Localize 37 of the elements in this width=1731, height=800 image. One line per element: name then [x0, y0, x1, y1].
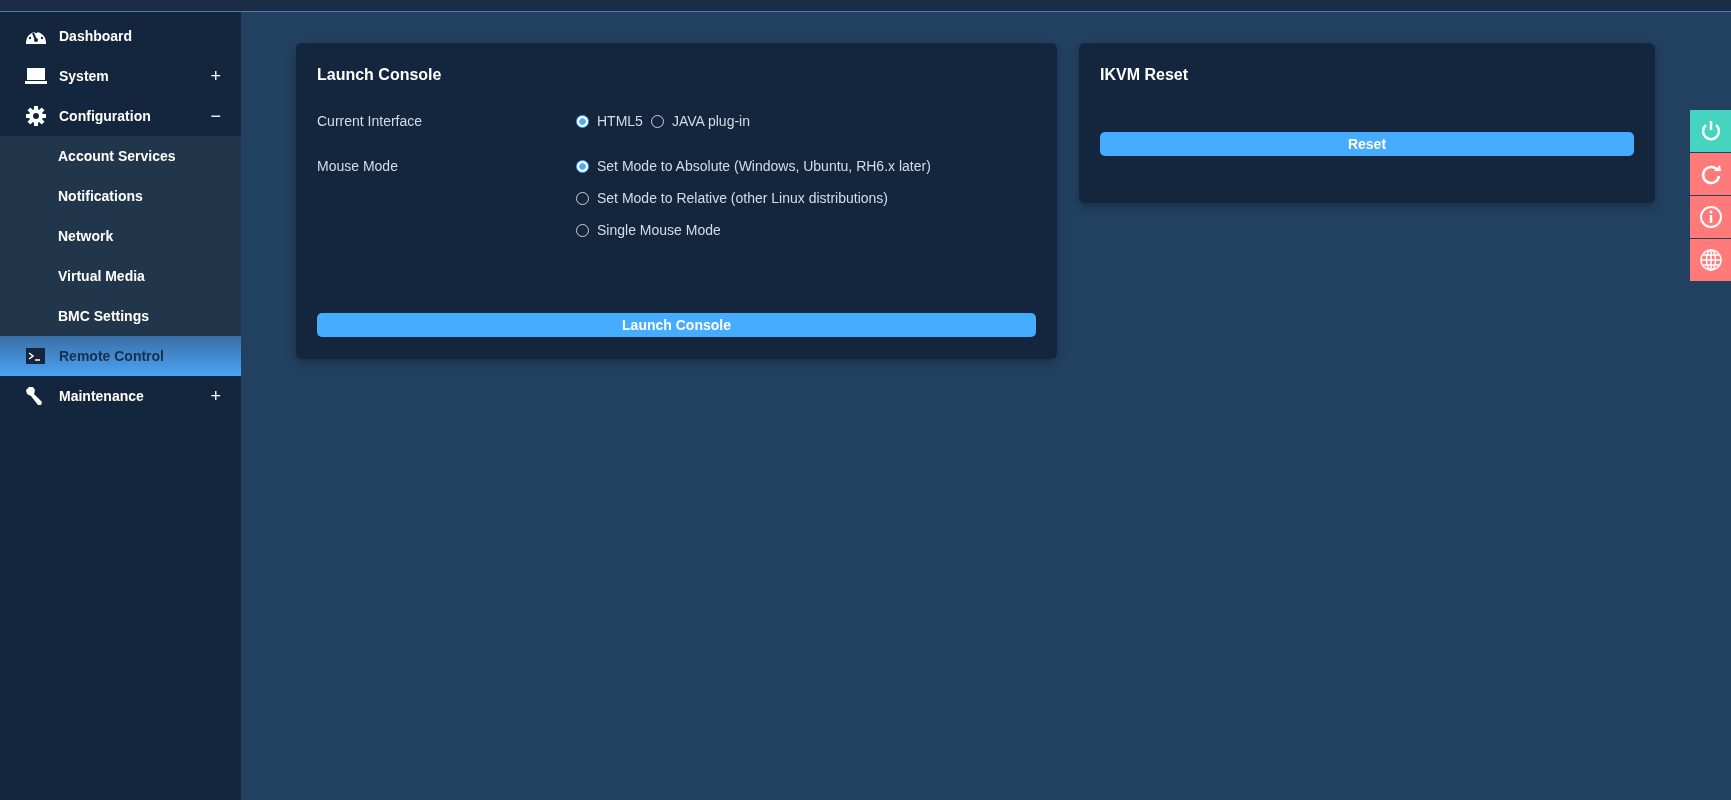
sidebar-item-label: Remote Control	[59, 346, 165, 366]
field-label: Mouse Mode	[317, 157, 399, 176]
radio-label[interactable]: HTML5	[597, 111, 643, 132]
info-button[interactable]	[1690, 196, 1731, 238]
refresh-button[interactable]	[1690, 153, 1731, 195]
sidebar-item[interactable]: Notifications	[0, 176, 241, 216]
expand-toggle[interactable]: +	[210, 62, 221, 90]
info-icon	[1698, 205, 1723, 229]
card-title: IKVM Reset	[1100, 65, 1190, 85]
expand-toggle[interactable]: −	[210, 102, 221, 130]
sidebar-item[interactable]: Maintenance +	[0, 376, 241, 416]
radio-button[interactable]	[576, 115, 589, 128]
sidebar-item[interactable]: Remote Control	[0, 336, 241, 376]
sidebar-item[interactable]: Configuration −	[0, 96, 241, 136]
field-label: Current Interface	[317, 112, 424, 131]
expand-toggle[interactable]: +	[210, 382, 221, 410]
sidebar-item[interactable]: Virtual Media	[0, 256, 241, 296]
sidebar-item[interactable]: BMC Settings	[0, 296, 241, 336]
sidebar-item-label: Maintenance	[59, 386, 145, 406]
globe-button[interactable]	[1690, 239, 1731, 281]
radio-label[interactable]: Set Mode to Absolute (Windows, Ubuntu, RH6.x later)	[597, 156, 931, 177]
sidebar-item[interactable]: Network	[0, 216, 241, 256]
radio-label[interactable]: JAVA plug-in	[671, 111, 750, 132]
sidebar-item-label: Configuration	[59, 106, 152, 126]
card-title: Launch Console	[317, 65, 443, 85]
radio-label[interactable]: Single Mouse Mode	[597, 220, 721, 241]
globe-icon	[1698, 248, 1723, 272]
sidebar-item[interactable]: Dashboard	[0, 16, 241, 56]
terminal-icon	[25, 346, 47, 366]
sidebar-item[interactable]: System +	[0, 56, 241, 96]
sidebar-item[interactable]: Account Services	[0, 136, 241, 176]
radio-label[interactable]: Set Mode to Relative (other Linux distributions)	[597, 188, 889, 209]
radio-button[interactable]	[576, 160, 589, 173]
sidebar-item-label: System	[59, 66, 110, 86]
monitor-icon	[25, 66, 47, 86]
sidebar-item-label: Dashboard	[59, 26, 134, 46]
gear-icon	[25, 106, 47, 126]
